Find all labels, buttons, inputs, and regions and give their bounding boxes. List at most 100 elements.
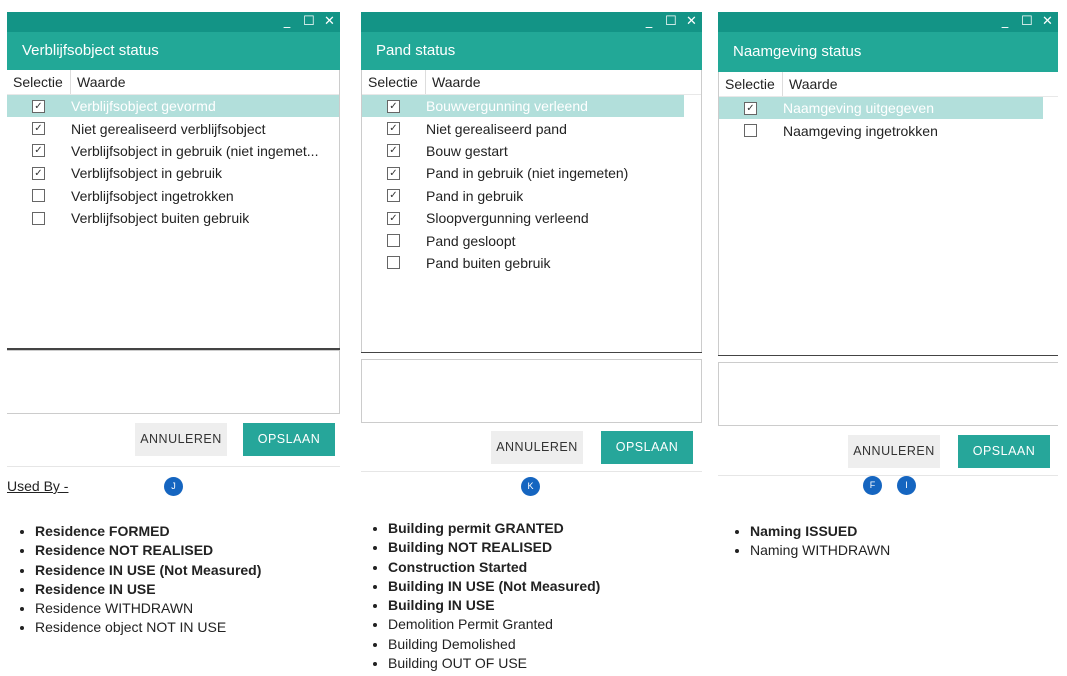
list-item-label: Verblijfsobject buiten gebruik — [71, 210, 250, 227]
checkbox-cell: ✓ — [362, 144, 425, 158]
column-header-waarde[interactable]: Waarde — [71, 74, 126, 90]
checkbox-cell: ✓ — [362, 211, 425, 225]
list-header: Selectie Waarde — [7, 70, 339, 95]
cancel-button[interactable]: ANNULEREN — [135, 423, 227, 456]
list-item[interactable]: ✓ Naamgeving uitgegeven — [719, 97, 1043, 120]
checkbox-unchecked[interactable] — [32, 189, 45, 203]
status-list: Selectie Waarde ✓ Verblijfsobject gevormd… — [7, 70, 340, 348]
list-item-label: Bouwvergunning verleend — [426, 98, 588, 115]
residence-status-legend: Residence FORMEDResidence NOT REALISEDRe… — [15, 522, 261, 638]
comment-textarea[interactable] — [7, 350, 340, 414]
minimize-icon[interactable]: _ — [644, 13, 654, 31]
cancel-button[interactable]: ANNULEREN — [848, 435, 940, 468]
dialog-title: Naamgeving status — [718, 32, 1058, 72]
badge-i: I — [897, 476, 916, 495]
list-item[interactable]: ✓ Bouw gestart — [362, 140, 684, 162]
maximize-icon[interactable]: ☐ — [303, 13, 315, 31]
legend-item: Naming ISSUED — [750, 522, 890, 541]
checkbox-unchecked[interactable] — [32, 211, 45, 225]
list-item[interactable]: ✓ Pand in gebruik — [362, 185, 684, 207]
naming-status-legend: Naming ISSUEDNaming WITHDRAWN — [730, 522, 890, 561]
badge-k: K — [521, 477, 540, 496]
list-item-label: Naamgeving ingetrokken — [783, 122, 938, 139]
window-titlebar: _ ☐ ✕ — [718, 12, 1058, 32]
list-item[interactable]: ✓ Bouwvergunning verleend — [362, 95, 684, 118]
naamgeving-status-dialog: _ ☐ ✕ Naamgeving status Selectie Waarde … — [718, 12, 1058, 476]
maximize-icon[interactable]: ☐ — [1021, 13, 1033, 31]
checkbox-checked[interactable]: ✓ — [387, 99, 400, 113]
checkbox-unchecked[interactable] — [744, 124, 757, 138]
legend-item: Residence object NOT IN USE — [35, 618, 261, 637]
save-button[interactable]: OPSLAAN — [601, 431, 693, 464]
column-header-selectie[interactable]: Selectie — [7, 70, 71, 94]
checkbox-checked[interactable]: ✓ — [387, 189, 400, 203]
column-header-selectie[interactable]: Selectie — [362, 70, 426, 94]
minimize-icon[interactable]: _ — [1000, 13, 1010, 31]
button-row: ANNULEREN OPSLAAN — [718, 426, 1058, 476]
window-titlebar: _ ☐ ✕ — [361, 12, 702, 32]
close-icon[interactable]: ✕ — [324, 13, 335, 31]
list-item[interactable]: ✓ Verblijfsobject gevormd — [7, 95, 339, 118]
column-header-selectie[interactable]: Selectie — [719, 72, 783, 96]
legend-item: Building Demolished — [388, 635, 600, 654]
list-item[interactable]: Naamgeving ingetrokken — [719, 119, 1043, 141]
list-item[interactable]: ✓ Niet gerealiseerd verblijfsobject — [7, 117, 339, 139]
checkbox-unchecked[interactable] — [387, 234, 400, 248]
checkbox-checked[interactable]: ✓ — [387, 211, 400, 225]
list-item-label: Verblijfsobject in gebruik (niet ingemet… — [71, 142, 319, 159]
legend-item: Residence FORMED — [35, 522, 261, 541]
minimize-icon[interactable]: _ — [282, 13, 292, 31]
list-item[interactable]: ✓ Verblijfsobject in gebruik (niet ingeme… — [7, 140, 339, 162]
list-item[interactable]: Verblijfsobject ingetrokken — [7, 185, 339, 207]
list-item[interactable]: Pand buiten gebruik — [362, 252, 684, 274]
legend-item: Demolition Permit Granted — [388, 615, 600, 634]
list-item[interactable]: ✓ Sloopvergunning verleend — [362, 207, 684, 229]
checkbox-unchecked[interactable] — [387, 256, 400, 270]
list-header: Selectie Waarde — [719, 72, 1058, 97]
dialog-title: Pand status — [361, 32, 702, 70]
checkbox-checked[interactable]: ✓ — [32, 144, 45, 158]
legend-item: Building permit GRANTED — [388, 519, 600, 538]
badge-f: F — [863, 476, 882, 495]
checkbox-checked[interactable]: ✓ — [744, 101, 757, 115]
legend-item: Residence IN USE (Not Measured) — [35, 561, 261, 580]
maximize-icon[interactable]: ☐ — [665, 13, 677, 31]
legend-item: Residence IN USE — [35, 580, 261, 599]
cancel-button[interactable]: ANNULEREN — [491, 431, 583, 464]
list-item[interactable]: ✓ Pand in gebruik (niet ingemeten) — [362, 162, 684, 184]
legend-item: Building OUT OF USE — [388, 654, 600, 673]
window-titlebar: _ ☐ ✕ — [7, 12, 340, 32]
checkbox-checked[interactable]: ✓ — [387, 122, 400, 136]
building-status-legend: Building permit GRANTEDBuilding NOT REAL… — [368, 519, 600, 673]
list-item[interactable]: Verblijfsobject buiten gebruik — [7, 207, 339, 229]
close-icon[interactable]: ✕ — [686, 13, 697, 31]
list-item-label: Naamgeving uitgegeven — [783, 100, 934, 117]
comment-textarea[interactable] — [361, 359, 702, 423]
list-item-label: Niet gerealiseerd verblijfsobject — [71, 120, 266, 137]
close-icon[interactable]: ✕ — [1042, 13, 1053, 31]
checkbox-cell: ✓ — [7, 144, 70, 158]
list-item[interactable]: ✓ Verblijfsobject in gebruik — [7, 162, 339, 184]
list-item[interactable]: Pand gesloopt — [362, 229, 684, 251]
checkbox-checked[interactable]: ✓ — [32, 122, 45, 136]
checkbox-cell: ✓ — [7, 99, 70, 113]
checkbox-checked[interactable]: ✓ — [387, 166, 400, 180]
checkbox-checked[interactable]: ✓ — [387, 144, 400, 158]
column-header-waarde[interactable]: Waarde — [783, 76, 838, 92]
used-by-label: Used By - — [7, 478, 69, 494]
checkbox-checked[interactable]: ✓ — [32, 99, 45, 113]
column-header-waarde[interactable]: Waarde — [426, 74, 481, 90]
verblijfsobject-status-dialog: _ ☐ ✕ Verblijfsobject status Selectie Wa… — [7, 12, 340, 467]
list-item-label: Pand in gebruik (niet ingemeten) — [426, 165, 629, 182]
list-item-label: Verblijfsobject in gebruik — [71, 165, 222, 182]
list-item-label: Pand buiten gebruik — [426, 254, 551, 271]
list-item[interactable]: ✓ Niet gerealiseerd pand — [362, 117, 684, 139]
save-button[interactable]: OPSLAAN — [958, 435, 1050, 468]
badge-j: J — [164, 477, 183, 496]
comment-textarea[interactable] — [718, 362, 1058, 426]
list-item-label: Bouw gestart — [426, 142, 508, 159]
checkbox-cell: ✓ — [362, 122, 425, 136]
list-rows: ✓ Bouwvergunning verleend ✓ Niet gerealisee… — [362, 95, 684, 274]
checkbox-checked[interactable]: ✓ — [32, 166, 45, 180]
save-button[interactable]: OPSLAAN — [243, 423, 335, 456]
